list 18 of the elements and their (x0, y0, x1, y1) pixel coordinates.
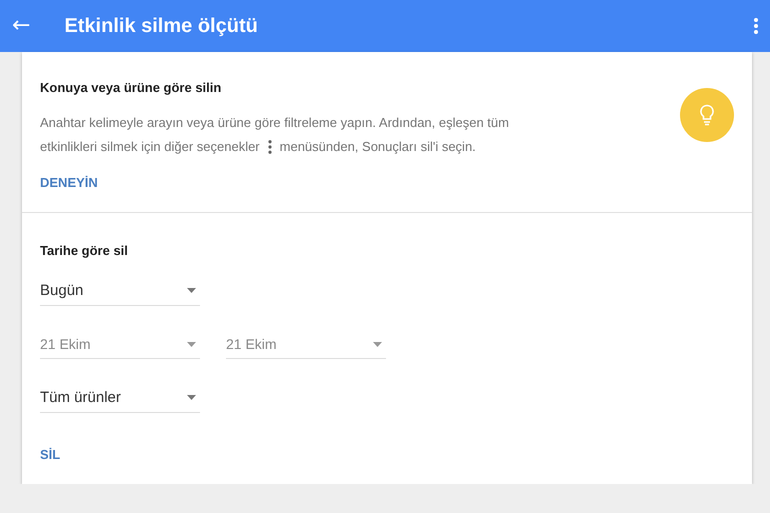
back-button[interactable]: ← (8, 15, 34, 37)
more-vert-icon (754, 18, 758, 34)
caret-icon (187, 288, 196, 293)
app-bar-title: Etkinlik silme ölçütü (64, 14, 259, 38)
section-title: Tarihe göre sil (40, 243, 129, 258)
description-text: etkinlikleri silmek için diğer seçenekler (40, 138, 260, 156)
section-title: Konuya veya ürüne göre silin (40, 80, 222, 95)
caret-icon (373, 342, 382, 346)
try-link[interactable]: DENEYİN (40, 175, 98, 190)
caret-icon (187, 395, 196, 400)
dropdown[interactable]: Tüm ürünler (40, 389, 200, 413)
lightbulb-icon (699, 104, 715, 126)
delete-link[interactable]: SİL (40, 447, 60, 462)
dropdown[interactable]: Bugün (40, 282, 200, 306)
more-vert-icon (268, 140, 272, 154)
description-text: menüsünden, Sonuçları sil'i seçin. (280, 138, 476, 156)
caret-icon (187, 342, 196, 346)
description-text: Anahtar kelimeyle arayın veya ürüne göre filtreleme yapın. Ardından, eşleşen tüm (40, 114, 509, 132)
